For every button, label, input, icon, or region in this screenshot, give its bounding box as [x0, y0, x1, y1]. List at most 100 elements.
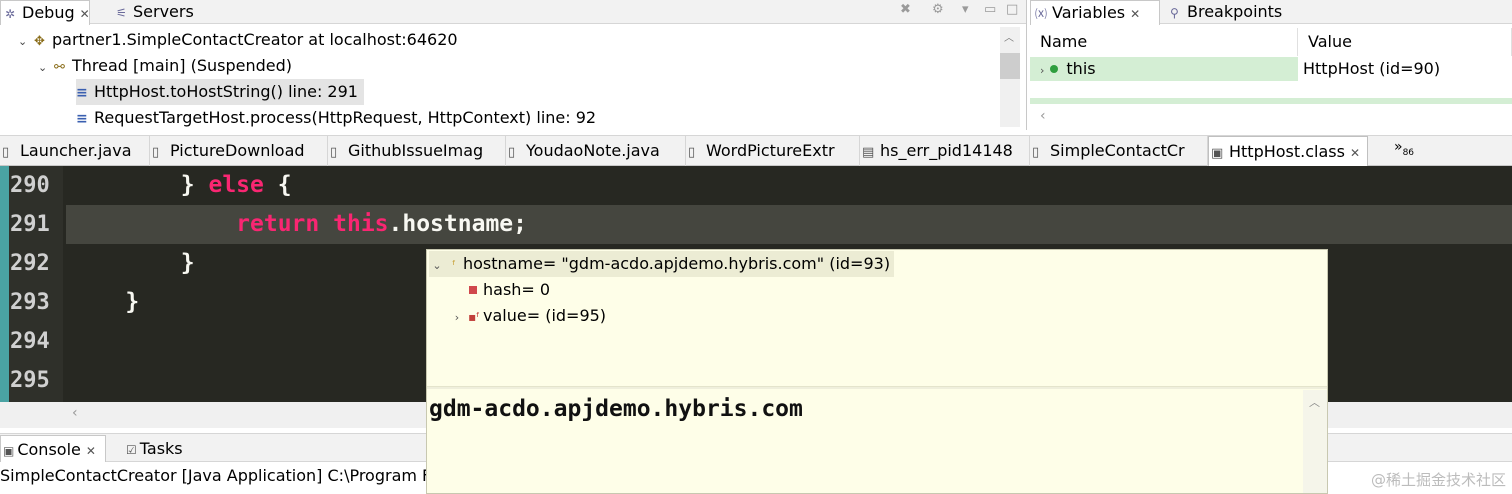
- stack-frame-icon: ≡: [76, 85, 88, 101]
- editor-tabbar: ▯ Launcher.java ▯ PictureDownload ▯ GithubI…: [0, 135, 1512, 166]
- minimize-icon[interactable]: ▭: [984, 2, 996, 17]
- scroll-up-icon[interactable]: ︿: [1004, 29, 1014, 44]
- editor-tab-hs-err[interactable]: ▤ hs_err_pid14148: [860, 136, 1030, 166]
- chevron-down-icon[interactable]: ▾: [962, 2, 969, 17]
- chevron-down-icon[interactable]: ⌄: [18, 29, 34, 55]
- class-file-icon: ▣: [1211, 146, 1224, 161]
- editor-tab-wordpictureextr[interactable]: ▯ WordPictureExtr: [686, 136, 860, 166]
- chevron-right-icon[interactable]: ›: [449, 305, 465, 331]
- code-token: }: [70, 289, 140, 315]
- variable-value-cell: HttpHost (id=90): [1303, 59, 1441, 78]
- editor-tab-httphost-class[interactable]: ▣ HttpHost.class ✕: [1208, 136, 1368, 166]
- line-number: 291: [10, 212, 50, 237]
- hover-tree-child-hash[interactable]: hash= 0: [465, 277, 550, 303]
- public-field-icon: [1050, 65, 1059, 73]
- hover-pane-divider: [427, 386, 1327, 389]
- breakpoints-icon: ⚲: [1170, 6, 1179, 20]
- tab-debug[interactable]: ✲ Debug ✕: [0, 0, 90, 25]
- chevron-down-icon[interactable]: ⌄: [38, 55, 54, 81]
- variable-hover-popup[interactable]: ⌄ ᶠ hostname= "gdm-acdo.apjdemo.hybris.com…: [426, 249, 1328, 494]
- code-token: {: [263, 172, 292, 198]
- tab-servers[interactable]: ⚟ Servers: [112, 0, 194, 24]
- line-number-gutter: 290 291 292 293 294 295: [0, 166, 63, 402]
- scroll-left-icon[interactable]: ‹: [1040, 108, 1046, 124]
- remove-terminated-icon[interactable]: ✖: [900, 2, 911, 17]
- java-launch-icon: ✥: [34, 34, 45, 49]
- keyword-token: else: [208, 172, 264, 198]
- code-line: }: [70, 244, 195, 283]
- chevron-down-icon[interactable]: ⌄: [429, 253, 445, 279]
- code-token: }: [70, 172, 209, 198]
- hover-detail-scrollbar[interactable]: ︿: [1303, 390, 1327, 493]
- line-number: 293: [10, 290, 50, 315]
- java-file-icon: ▯: [330, 145, 338, 160]
- code-line: return this.hostname;: [70, 205, 527, 244]
- variable-row[interactable]: › this HttpHost (id=90): [1030, 57, 1512, 81]
- tasks-icon: ☑: [126, 443, 137, 457]
- view-menu-icon[interactable]: ⚙: [932, 2, 944, 17]
- tree-item-thread[interactable]: ⌄ ⚯ Thread [main] (Suspended): [38, 53, 292, 79]
- maximize-icon[interactable]: □: [1006, 2, 1018, 17]
- tab-tasks[interactable]: ☑ Tasks: [124, 435, 190, 462]
- thread-suspended-icon: ⚯: [54, 60, 65, 75]
- hover-tree-child-value[interactable]: › ▪ᶠ value= (id=95): [449, 303, 606, 329]
- final-field-icon: ᶠ: [452, 258, 456, 272]
- variables-tabbar: ⒳ Variables ✕ ⚲ Breakpoints: [1030, 0, 1512, 25]
- variables-view: ⒳ Variables ✕ ⚲ Breakpoints Name Value › thi…: [1030, 0, 1512, 130]
- text-file-icon: ▤: [862, 145, 875, 160]
- line-number: 295: [10, 368, 50, 393]
- code-line: } else {: [70, 166, 292, 205]
- code-line: }: [70, 283, 139, 322]
- scroll-left-icon[interactable]: ‹: [72, 405, 78, 421]
- code-token: .hostname;: [388, 211, 527, 237]
- hover-tree-root[interactable]: ⌄ ᶠ hostname= "gdm-acdo.apjdemo.hybris.com…: [429, 251, 895, 279]
- hover-detail-value: gdm-acdo.apjdemo.hybris.com: [429, 396, 803, 422]
- keyword-token: return: [236, 211, 320, 237]
- tab-variables[interactable]: ⒳ Variables ✕: [1030, 0, 1160, 25]
- private-field-icon: [469, 286, 477, 294]
- close-icon[interactable]: ✕: [1130, 7, 1140, 21]
- close-icon[interactable]: ✕: [80, 7, 90, 21]
- bug-icon: ✲: [5, 7, 16, 21]
- editor-tab-youdaonote[interactable]: ▯ YoudaoNote.java: [506, 136, 686, 166]
- detail-pane-divider: [1030, 98, 1512, 104]
- chevron-right-icon[interactable]: ›: [1040, 64, 1044, 77]
- editor-overflow-indicator[interactable]: »86: [1394, 139, 1414, 158]
- debug-view: ✲ Debug ✕ ⚟ Servers ✖ ⚙ ▾ ▭ □ ⌄ ✥ partner1.Si…: [0, 0, 1027, 130]
- column-header-value[interactable]: Value: [1298, 28, 1512, 56]
- tab-console[interactable]: ▣ Console ✕: [0, 435, 106, 462]
- variable-name-cell[interactable]: › this: [1030, 57, 1298, 81]
- keyword-token: this: [333, 211, 389, 237]
- debug-vertical-scrollbar[interactable]: ︿: [1000, 27, 1020, 127]
- private-final-field-icon: ▪ᶠ: [468, 310, 480, 324]
- console-icon: ▣: [3, 444, 15, 458]
- tree-item-stack-frame-selected[interactable]: ≡ HttpHost.toHostString() line: 291: [76, 79, 364, 105]
- tab-breakpoints[interactable]: ⚲ Breakpoints: [1166, 0, 1282, 24]
- tree-item-launch[interactable]: ⌄ ✥ partner1.SimpleContactCreator at local…: [18, 27, 458, 53]
- code-token: }: [70, 250, 195, 276]
- stack-frame-icon: ≡: [76, 111, 88, 127]
- scroll-up-icon[interactable]: ︿: [1309, 394, 1320, 410]
- line-number: 290: [10, 173, 50, 198]
- editor-tab-githubissueimag[interactable]: ▯ GithubIssueImag: [328, 136, 506, 166]
- console-process-label: SimpleContactCreator [Java Application] …: [0, 466, 449, 485]
- java-file-icon: ▯: [2, 145, 10, 160]
- editor-tab-simplecontactcr[interactable]: ▯ SimpleContactCr: [1030, 136, 1208, 166]
- server-icon: ⚟: [116, 6, 127, 20]
- line-number: 294: [10, 329, 50, 354]
- scrollbar-thumb[interactable]: [1000, 53, 1020, 79]
- line-number: 292: [10, 251, 50, 276]
- close-icon[interactable]: ✕: [1350, 146, 1360, 160]
- column-header-name[interactable]: Name: [1030, 28, 1298, 56]
- variables-icon: ⒳: [1035, 7, 1048, 21]
- editor-tab-picturedownload[interactable]: ▯ PictureDownload: [150, 136, 328, 166]
- java-file-icon: ▯: [152, 145, 160, 160]
- overview-ruler-strip: [0, 166, 9, 402]
- debug-tabbar: ✲ Debug ✕ ⚟ Servers ✖ ⚙ ▾ ▭ □: [0, 0, 1026, 25]
- java-file-icon: ▯: [1032, 145, 1040, 160]
- close-icon[interactable]: ✕: [86, 444, 96, 458]
- editor-tab-launcher[interactable]: ▯ Launcher.java: [0, 136, 150, 166]
- tree-item-stack-frame[interactable]: ≡ RequestTargetHost.process(HttpRequest, …: [76, 105, 596, 130]
